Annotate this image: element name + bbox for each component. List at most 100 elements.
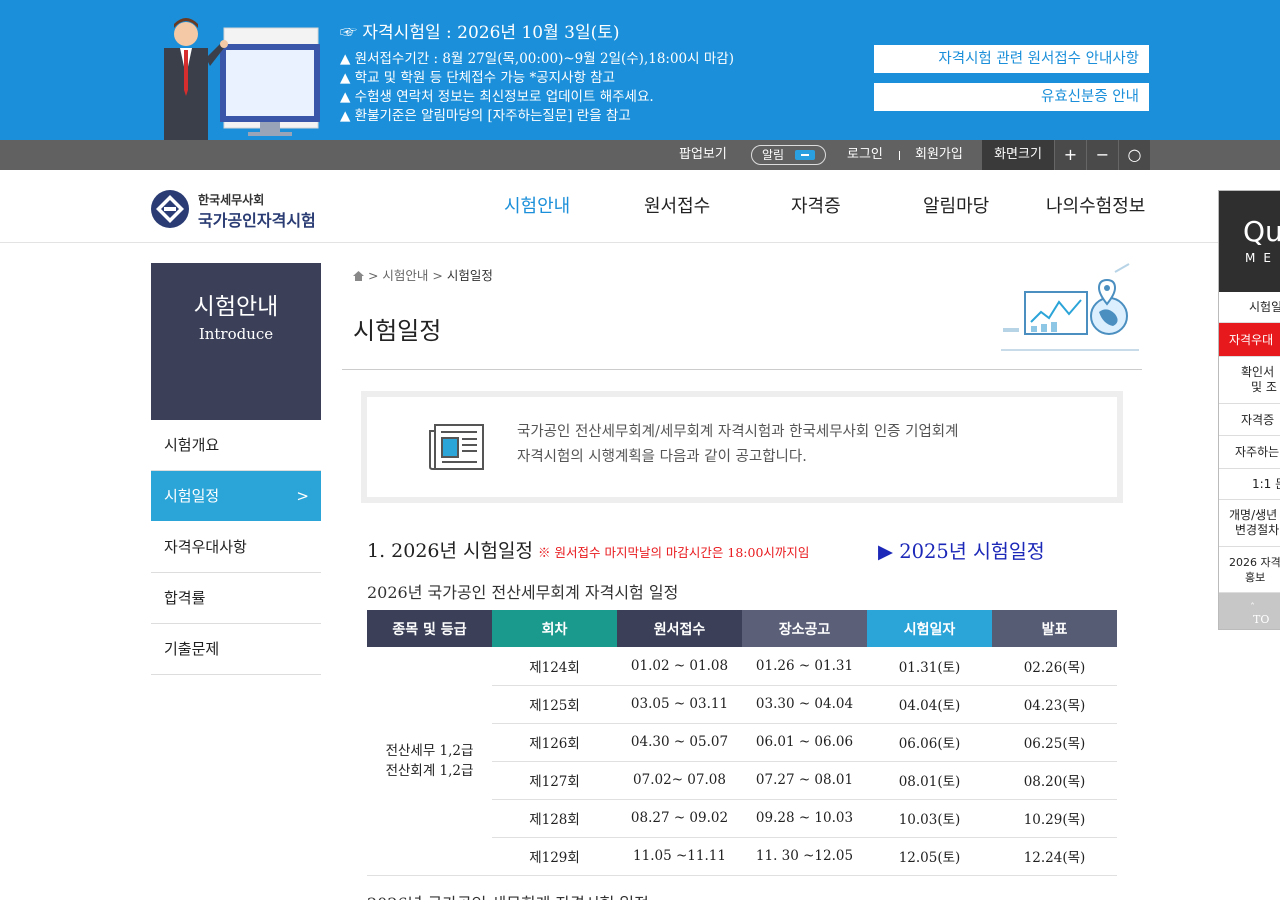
alarm-label: 알림	[762, 148, 785, 162]
side-menu-item-preference[interactable]: 자격우대사항	[151, 522, 321, 573]
col-header: 시험일자	[867, 610, 992, 647]
nav-notice-board[interactable]: 알림마당	[923, 192, 989, 218]
quick-item-label: 1:1 문	[1252, 477, 1280, 491]
popup-view-link[interactable]: 팝업보기	[679, 140, 727, 170]
quick-item-label: 변경절차	[1235, 523, 1280, 537]
prev-year-schedule-link[interactable]: ▶ 2025년 시험일정	[878, 535, 1045, 564]
newspaper-icon	[429, 424, 484, 470]
presenter-illustration	[164, 18, 320, 140]
login-link[interactable]: 로그인	[847, 140, 883, 170]
side-menu-header: 시험안내 Introduce	[151, 263, 321, 420]
valid-id-guide-button[interactable]: 유효신분증 안내	[874, 83, 1149, 111]
quick-item-label: 및 조	[1251, 380, 1277, 394]
page-title: 시험일정	[353, 317, 442, 345]
grade-line: 전산세무 1,2급	[385, 742, 474, 759]
grade-cell: 전산세무 1,2급 전산회계 1,2급	[367, 647, 492, 876]
logo-site-name: 국가공인자격시험	[198, 211, 316, 230]
zoom-reset-button[interactable]: ○	[1118, 140, 1150, 170]
result-date-cell: 10.29(목)	[992, 799, 1117, 838]
quick-item-name-change[interactable]: 개명/생년 변경절차	[1219, 500, 1280, 547]
utility-bar: 팝업보기 알림 로그인 회원가입 화면크기 + − ○	[0, 140, 1280, 170]
quick-item-label: 자주하는	[1235, 445, 1280, 459]
exam-date-cell: 08.01(토)	[867, 761, 992, 800]
quick-menu: Qu ME 시험일 자격우대 확인서및 조 자격증 자주하는 1:1 문 개명/…	[1218, 190, 1280, 630]
table-caption: 2026년 국가공인 전산세무회계 자격시험 일정	[367, 583, 679, 602]
home-icon[interactable]	[353, 269, 364, 281]
zoom-out-button[interactable]: −	[1086, 140, 1118, 170]
col-header: 장소공고	[742, 610, 867, 647]
result-date-cell: 04.23(목)	[992, 685, 1117, 724]
alarm-toggle-button[interactable]: 알림	[751, 145, 826, 165]
site-logo[interactable]: 한국세무사회 국가공인자격시험	[150, 189, 350, 231]
title-divider	[342, 369, 1142, 370]
side-menu-item-schedule[interactable]: 시험일정 >	[151, 471, 321, 521]
nav-certificate[interactable]: 자격증	[791, 192, 841, 218]
quick-item-inquiry[interactable]: 1:1 문	[1219, 469, 1280, 500]
scroll-top-button[interactable]: ˆ TO	[1219, 593, 1280, 629]
side-menu-item-past-exams[interactable]: 기출문제	[151, 624, 321, 675]
exam-schedule-table: 종목 및 등급 회차 원서접수 장소공고 시험일자 발표 전산세무 1,2급 전…	[367, 610, 1117, 876]
grade-line: 전산회계 1,2급	[385, 762, 474, 779]
section-title: 1. 2026년 시험일정	[367, 540, 533, 562]
side-menu-title: 시험안내	[193, 294, 279, 320]
venue-notice-cell: 09.28 ~ 10.03	[742, 799, 867, 838]
side-menu-item-pass-rate[interactable]: 합격률	[151, 573, 321, 624]
next-table-caption: 2026년 국가공인 세무회계 자격시험 일정	[367, 890, 649, 900]
nav-my-exam-info[interactable]: 나의수험정보	[1046, 192, 1145, 218]
quick-menu-header: Qu ME	[1219, 191, 1280, 292]
scroll-top-label: TO	[1253, 613, 1270, 626]
side-menu-label: 자격우대사항	[164, 538, 247, 556]
top-banner: ☞ 자격시험일 : 2026년 10월 3일(토) ▲ 원서접수기간 : 8월 …	[0, 0, 1280, 140]
side-menu-label: 시험개요	[164, 436, 220, 454]
signup-link[interactable]: 회원가입	[915, 140, 963, 170]
exam-date-cell: 06.06(토)	[867, 723, 992, 762]
quick-menu-title: Qu	[1243, 215, 1280, 248]
table-row: 전산세무 1,2급 전산회계 1,2급 제124회 01.02 ~ 01.08 …	[367, 647, 1117, 876]
result-date-cell: 08.20(목)	[992, 761, 1117, 800]
breadcrumb-path: > 시험안내 >	[364, 268, 447, 283]
banner-line: ▲ 학교 및 학원 등 단체접수 가능 *공지사항 참고	[340, 70, 616, 86]
application-period-cell: 07.02~ 07.08	[617, 761, 742, 800]
breadcrumb: > 시험안내 > 시험일정	[353, 265, 493, 284]
exam-date-cell: 01.31(토)	[867, 647, 992, 686]
analytics-illustration	[1001, 263, 1139, 351]
quick-item-label: 개명/생년	[1229, 508, 1278, 522]
quick-item-promotion[interactable]: 2026 자격 홍보	[1219, 547, 1280, 593]
banner-line: ▲ 환불기준은 알림마당의 [자주하는질문] 란을 참고	[340, 108, 631, 124]
minus-icon	[795, 150, 815, 160]
notice-box: 국가공인 전산세무회계/세무회계 자격시험과 한국세무사회 인증 기업회계 자격…	[361, 391, 1123, 503]
chevron-right-icon: >	[296, 487, 309, 505]
side-menu-subtitle: Introduce	[198, 325, 274, 343]
quick-item-label: 자격증	[1241, 413, 1275, 427]
banner-line: ▲ 수험생 연락처 정보는 최신정보로 업데이트 해주세요.	[340, 89, 654, 105]
notice-line: 자격시험의 시행계획을 다음과 같이 공고합니다.	[517, 449, 807, 465]
round-cell: 제128회	[492, 799, 617, 838]
quick-item-faq[interactable]: 자주하는	[1219, 436, 1280, 469]
round-cell: 제129회	[492, 837, 617, 876]
zoom-in-button[interactable]: +	[1054, 140, 1086, 170]
exam-date-cell: 04.04(토)	[867, 685, 992, 724]
quick-item-exam-schedule[interactable]: 시험일	[1219, 292, 1280, 323]
application-period-cell: 04.30 ~ 05.07	[617, 723, 742, 762]
screen-size-label: 화면크기	[982, 140, 1054, 170]
nav-application[interactable]: 원서접수	[644, 192, 710, 218]
exam-date-cell: 12.05(토)	[867, 837, 992, 876]
side-menu-item-overview[interactable]: 시험개요	[151, 420, 321, 471]
application-guide-button[interactable]: 자격시험 관련 원서접수 안내사항	[874, 45, 1149, 73]
col-header: 회차	[492, 610, 617, 647]
side-menu-label: 합격률	[164, 589, 206, 607]
quick-item-confirmation[interactable]: 확인서 및 조	[1219, 357, 1280, 404]
venue-notice-cell: 03.30 ~ 04.04	[742, 685, 867, 724]
application-period-cell: 01.02 ~ 01.08	[617, 647, 742, 686]
quick-item-preference[interactable]: 자격우대	[1219, 323, 1280, 357]
nav-exam-info[interactable]: 시험안내	[504, 192, 570, 218]
logo-org-name: 한국세무사회	[198, 193, 265, 207]
notice-text: 국가공인 전산세무회계/세무회계 자격시험과 한국세무사회 인증 기업회계 자격…	[517, 420, 958, 470]
breadcrumb-current: 시험일정	[446, 268, 493, 283]
banner-text: ☞ 자격시험일 : 2026년 10월 3일(토) ▲ 원서접수기간 : 8월 …	[340, 18, 734, 126]
round-cell: 제126회	[492, 723, 617, 762]
round-cell: 제127회	[492, 761, 617, 800]
exam-date-text: ☞ 자격시험일 : 2026년 10월 3일(토)	[340, 23, 620, 43]
application-period-cell: 08.27 ~ 09.02	[617, 799, 742, 838]
quick-item-certificate[interactable]: 자격증	[1219, 404, 1280, 436]
